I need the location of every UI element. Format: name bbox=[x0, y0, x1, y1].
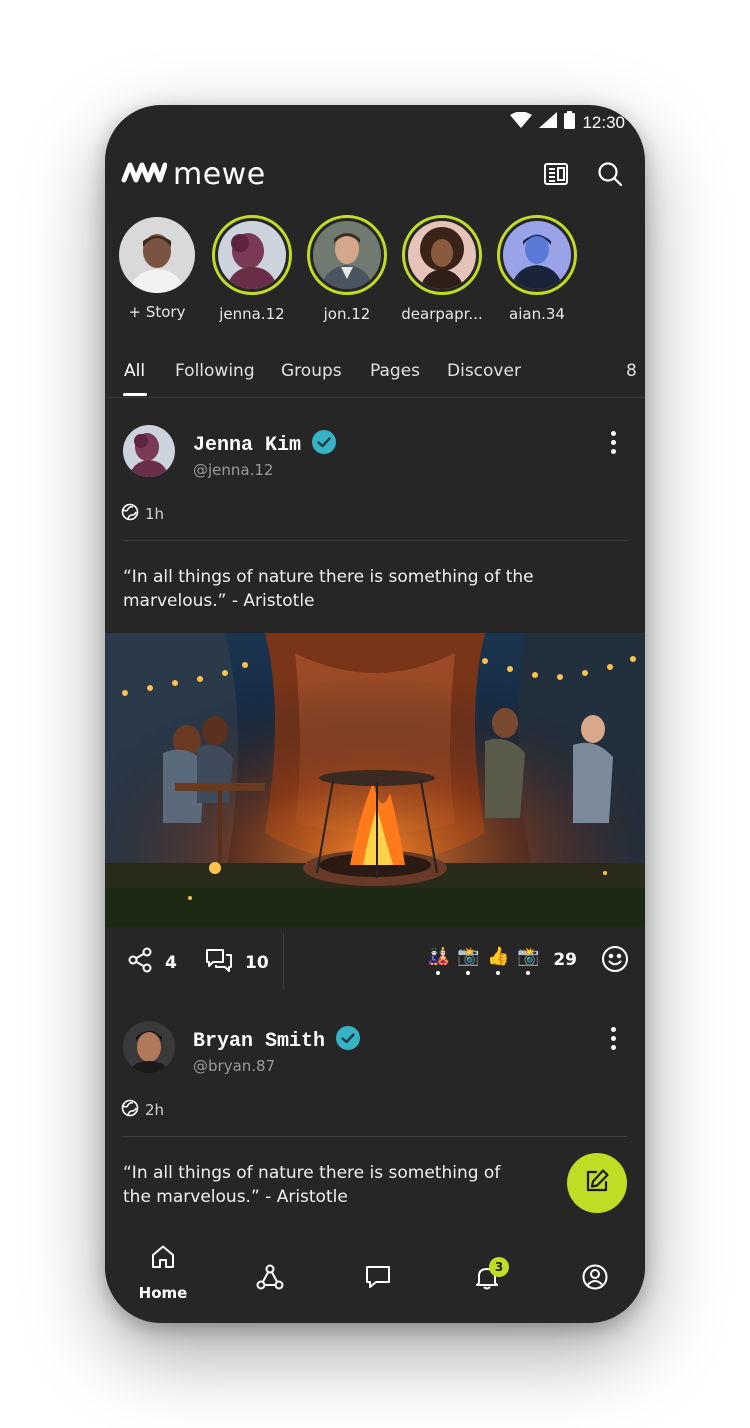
more-icon[interactable] bbox=[607, 431, 619, 454]
post-handle: @jenna.12 bbox=[193, 461, 274, 479]
reaction-emoji: 📸 bbox=[517, 945, 540, 975]
comment-icon bbox=[205, 947, 233, 978]
reaction-count: 29 bbox=[553, 950, 577, 970]
avatar bbox=[218, 221, 286, 289]
nav-chats[interactable] bbox=[348, 1243, 408, 1296]
globe-icon bbox=[121, 503, 139, 525]
reactions-summary[interactable]: 🎎 📸 👍 📸 29 bbox=[427, 945, 577, 975]
share-icon bbox=[127, 947, 153, 978]
post-text: “In all things of nature there is someth… bbox=[123, 1163, 501, 1207]
author-name: Jenna Kim bbox=[193, 434, 302, 457]
story-label: dearpapr... bbox=[401, 305, 483, 323]
logo-text: mewe bbox=[173, 156, 266, 192]
tab-groups[interactable]: Groups bbox=[281, 361, 342, 381]
post-text: “In all things of nature there is someth… bbox=[123, 567, 534, 611]
nav-profile[interactable] bbox=[565, 1243, 625, 1296]
status-time: 12:30 bbox=[582, 112, 625, 132]
app-logo[interactable]: mewe bbox=[121, 157, 266, 192]
author-name: Bryan Smith bbox=[193, 1030, 326, 1053]
bottom-nav: Home 3 bbox=[105, 1227, 645, 1323]
post-author[interactable]: Jenna Kim bbox=[193, 429, 337, 462]
status-bar: 12:30 bbox=[105, 105, 645, 141]
reaction-emoji: 👍 bbox=[487, 945, 510, 975]
tab-all[interactable]: All bbox=[124, 361, 145, 381]
share-count: 4 bbox=[165, 952, 177, 973]
nav-home[interactable]: Home bbox=[133, 1243, 193, 1302]
avatar bbox=[313, 221, 381, 289]
bell-icon: 3 bbox=[473, 1257, 509, 1296]
phone-screen: 12:30 mewe + Story jenna.12 jon.12 dearp… bbox=[105, 105, 645, 1323]
network-icon bbox=[256, 1263, 284, 1296]
more-icon[interactable] bbox=[607, 1027, 619, 1050]
verified-icon bbox=[335, 1025, 361, 1058]
globe-icon bbox=[121, 1099, 139, 1121]
notification-badge: 3 bbox=[489, 1257, 509, 1277]
post-handle: @bryan.87 bbox=[193, 1057, 276, 1075]
post-meta: 1h bbox=[121, 503, 164, 525]
avatar[interactable] bbox=[123, 1021, 175, 1073]
smiley-icon[interactable] bbox=[601, 945, 629, 978]
divider bbox=[123, 540, 627, 541]
post-meta: 2h bbox=[121, 1099, 164, 1121]
wifi-icon bbox=[510, 111, 533, 133]
post-time: 1h bbox=[145, 505, 165, 523]
nav-notifications[interactable]: 3 bbox=[457, 1243, 517, 1296]
chat-icon bbox=[364, 1263, 392, 1296]
comment-count: 10 bbox=[245, 952, 269, 973]
app-header: mewe bbox=[121, 153, 629, 195]
divider bbox=[123, 1136, 627, 1137]
divider bbox=[283, 933, 284, 989]
search-icon[interactable] bbox=[597, 161, 623, 187]
tab-discover[interactable]: Discover bbox=[447, 361, 521, 381]
tab-following[interactable]: Following bbox=[175, 361, 255, 381]
post-image[interactable] bbox=[105, 633, 645, 927]
share-button[interactable]: 4 bbox=[127, 947, 177, 978]
avatar bbox=[503, 221, 571, 289]
nav-network[interactable] bbox=[240, 1243, 300, 1296]
avatar bbox=[408, 221, 476, 289]
avatar[interactable] bbox=[123, 425, 175, 477]
reaction-emoji: 📸 bbox=[457, 945, 480, 975]
stories-row: + Story jenna.12 jon.12 dearpapr... aian… bbox=[117, 215, 645, 330]
active-tab-indicator bbox=[123, 393, 147, 396]
mewe-logo-mark bbox=[121, 161, 168, 188]
verified-icon bbox=[311, 429, 337, 462]
home-icon bbox=[149, 1243, 177, 1276]
story-label: + Story bbox=[128, 303, 186, 321]
avatar bbox=[119, 217, 195, 293]
nav-home-label: Home bbox=[138, 1284, 188, 1302]
battery-icon bbox=[564, 111, 576, 134]
profile-icon bbox=[581, 1263, 609, 1296]
story-label: jenna.12 bbox=[219, 305, 285, 323]
story-label: jon.12 bbox=[323, 305, 371, 323]
tab-overflow[interactable]: 8 bbox=[626, 361, 637, 381]
post-author[interactable]: Bryan Smith bbox=[193, 1025, 361, 1058]
tab-pages[interactable]: Pages bbox=[370, 361, 420, 381]
story-label: aian.34 bbox=[509, 305, 565, 323]
post-time: 2h bbox=[145, 1101, 165, 1119]
story-jenna[interactable]: jenna.12 bbox=[212, 215, 292, 330]
story-jon[interactable]: jon.12 bbox=[307, 215, 387, 330]
compose-button[interactable] bbox=[567, 1153, 627, 1213]
newspaper-icon[interactable] bbox=[543, 161, 569, 187]
story-dearpapr[interactable]: dearpapr... bbox=[401, 215, 483, 330]
comment-button[interactable]: 10 bbox=[205, 947, 269, 978]
reaction-emoji: 🎎 bbox=[427, 945, 450, 975]
feed-tabs: All Following Groups Pages Discover 8 bbox=[105, 355, 645, 398]
story-add[interactable]: + Story bbox=[117, 215, 197, 330]
signal-icon bbox=[539, 112, 558, 133]
edit-icon bbox=[583, 1167, 611, 1200]
post-actions: 4 10 🎎 📸 👍 📸 29 bbox=[105, 929, 645, 993]
story-aian[interactable]: aian.34 bbox=[497, 215, 577, 330]
